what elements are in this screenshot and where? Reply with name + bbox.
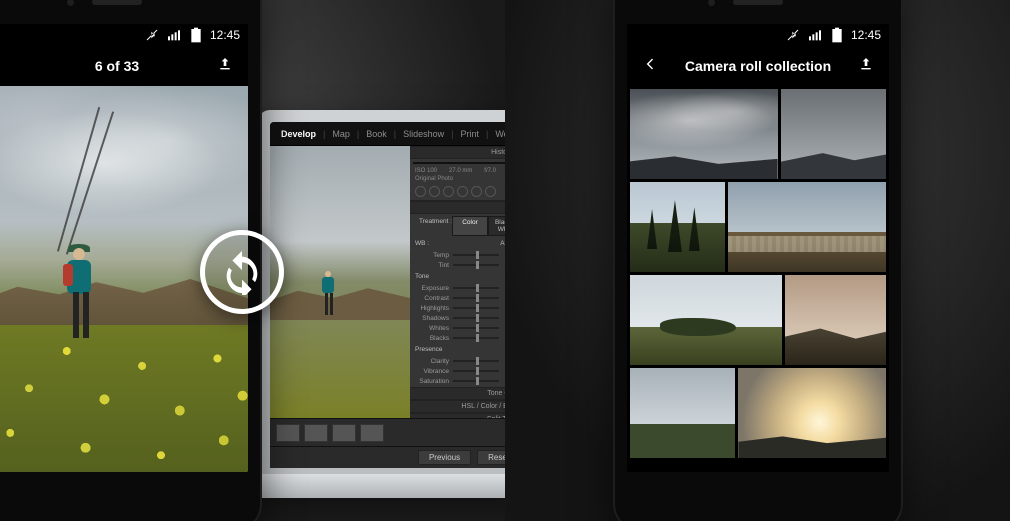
histogram bbox=[413, 162, 505, 164]
presence-label: Presence bbox=[415, 346, 442, 353]
phone-frame-right: 12:45 Camera roll collection bbox=[613, 0, 903, 521]
panel-hsl[interactable]: HSL / Color / B & W bbox=[410, 400, 505, 413]
app-header: Camera roll collection bbox=[627, 46, 889, 86]
promo-panel-collection: 12:45 Camera roll collection bbox=[505, 0, 1010, 521]
reset-button[interactable]: Reset bbox=[477, 450, 505, 465]
treatment-color[interactable]: Color bbox=[452, 216, 488, 236]
lightroom-window: Develop| Map| Book| Slideshow| Print| We… bbox=[270, 122, 505, 468]
grid-thumb[interactable] bbox=[728, 182, 886, 272]
sync-icon bbox=[200, 230, 284, 314]
panel-tonecurve[interactable]: Tone Curve bbox=[410, 387, 505, 400]
back-icon[interactable] bbox=[642, 56, 658, 77]
app-header: 6 of 33 bbox=[0, 46, 248, 86]
signal-icon bbox=[807, 27, 823, 43]
battery-icon bbox=[829, 27, 845, 43]
slider-exposure[interactable] bbox=[453, 287, 499, 289]
lightroom-preview bbox=[270, 146, 410, 418]
radial-tool-icon[interactable] bbox=[471, 186, 482, 197]
promo-panel-sync: Develop| Map| Book| Slideshow| Print| We… bbox=[0, 0, 505, 521]
brush-tool-icon[interactable] bbox=[485, 186, 496, 197]
status-bar: 12:45 bbox=[0, 24, 248, 46]
original-photo-toggle[interactable]: Original Photo bbox=[415, 176, 453, 182]
photo-counter: 6 of 33 bbox=[22, 58, 212, 74]
slider-tint[interactable] bbox=[453, 264, 499, 266]
tab-slideshow[interactable]: Slideshow bbox=[398, 127, 449, 141]
grid-thumb[interactable] bbox=[630, 275, 782, 365]
spot-tool-icon[interactable] bbox=[429, 186, 440, 197]
grid-thumb[interactable] bbox=[785, 275, 886, 365]
grid-thumb[interactable] bbox=[738, 368, 886, 458]
redeye-tool-icon[interactable] bbox=[443, 186, 454, 197]
tool-strip bbox=[410, 183, 505, 201]
slider-saturation[interactable] bbox=[453, 380, 499, 382]
slider-clarity[interactable] bbox=[453, 360, 499, 362]
slider-contrast[interactable] bbox=[453, 297, 499, 299]
tab-book[interactable]: Book bbox=[361, 127, 392, 141]
status-bar: 12:45 bbox=[627, 24, 889, 46]
status-time: 12:45 bbox=[851, 28, 881, 42]
previous-button[interactable]: Previous bbox=[418, 450, 471, 465]
photo-subject bbox=[59, 248, 99, 358]
grid-thumb[interactable] bbox=[630, 182, 725, 272]
treatment-label: Treatment : bbox=[414, 216, 452, 236]
gradient-tool-icon[interactable] bbox=[457, 186, 468, 197]
basic-panel-header[interactable]: Basic bbox=[410, 201, 505, 214]
histogram-readout: ISO 100 27.0 mm f/7.0 1/640 bbox=[410, 167, 505, 175]
share-icon[interactable] bbox=[858, 56, 874, 77]
tab-web[interactable]: Web bbox=[490, 127, 505, 141]
photo-grid[interactable] bbox=[627, 86, 889, 472]
grid-thumb[interactable] bbox=[630, 89, 778, 179]
slider-vibrance[interactable] bbox=[453, 370, 499, 372]
tab-map[interactable]: Map bbox=[327, 127, 355, 141]
grid-thumb[interactable] bbox=[630, 368, 735, 458]
signal-icon bbox=[166, 27, 182, 43]
lightroom-develop-panel: Histogram ISO 100 27.0 mm f/7.0 1/640 Or… bbox=[410, 146, 505, 418]
share-icon[interactable] bbox=[217, 56, 233, 77]
lightroom-module-tabs: Develop| Map| Book| Slideshow| Print| We… bbox=[270, 122, 505, 146]
histogram-header[interactable]: Histogram bbox=[410, 146, 505, 159]
mute-icon bbox=[785, 27, 801, 43]
battery-icon bbox=[188, 27, 204, 43]
slider-whites[interactable] bbox=[453, 327, 499, 329]
slider-blacks[interactable] bbox=[453, 337, 499, 339]
slider-shadows[interactable] bbox=[453, 317, 499, 319]
laptop-frame: Develop| Map| Book| Slideshow| Print| We… bbox=[258, 110, 505, 490]
grid-thumb[interactable] bbox=[781, 89, 886, 179]
crop-tool-icon[interactable] bbox=[415, 186, 426, 197]
treatment-bw[interactable]: Black & White bbox=[488, 216, 505, 236]
tab-print[interactable]: Print bbox=[455, 127, 484, 141]
mute-icon bbox=[144, 27, 160, 43]
filmstrip[interactable] bbox=[270, 418, 505, 446]
wb-label: WB : bbox=[415, 240, 429, 247]
slider-temp[interactable] bbox=[453, 254, 499, 256]
tab-develop[interactable]: Develop bbox=[276, 127, 321, 141]
status-time: 12:45 bbox=[210, 28, 240, 42]
tone-label: Tone bbox=[415, 273, 429, 280]
slider-highlights[interactable] bbox=[453, 307, 499, 309]
collection-title: Camera roll collection bbox=[663, 58, 853, 74]
